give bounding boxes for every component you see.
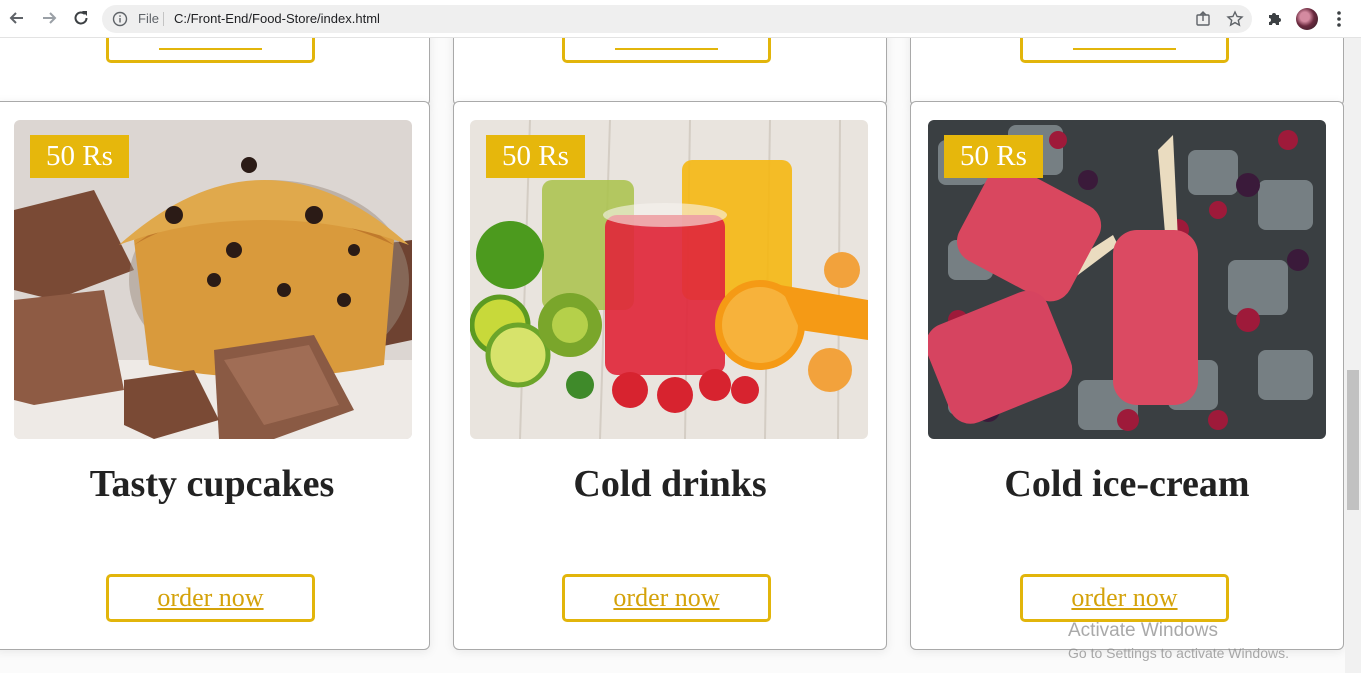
product-card-partial	[910, 38, 1344, 106]
product-image-drinks: 50 Rs	[470, 120, 868, 439]
product-title: Tasty cupcakes	[89, 463, 335, 505]
star-icon[interactable]	[1226, 10, 1244, 28]
info-icon[interactable]	[112, 11, 128, 27]
product-card-partial	[453, 38, 887, 106]
price-badge: 50 Rs	[486, 135, 585, 178]
price-badge: 50 Rs	[30, 135, 129, 178]
product-card-cupcakes: 50 Rs Tasty cupcakes order now	[0, 101, 430, 650]
extensions-puzzle-icon[interactable]	[1265, 9, 1285, 29]
watermark-title: Activate Windows	[1068, 620, 1218, 641]
forward-arrow-icon[interactable]	[38, 7, 60, 29]
kebab-menu-icon[interactable]	[1329, 9, 1349, 29]
url-scheme-label: File	[138, 11, 159, 26]
product-image-popsicles: 50 Rs	[928, 120, 1326, 439]
product-title: Cold drinks	[573, 463, 767, 505]
scrollbar-thumb[interactable]	[1347, 370, 1359, 510]
url-text[interactable]: C:/Front-End/Food-Store/index.html	[174, 11, 380, 26]
windows-activation-watermark: Activate Windows Go to Settings to activ…	[1068, 620, 1289, 664]
product-image-muffin: 50 Rs	[14, 120, 412, 439]
product-card-drinks: 50 Rs Cold drinks order now	[453, 101, 887, 650]
order-now-button[interactable]: order now	[1020, 574, 1229, 622]
order-now-button[interactable]: order now	[106, 574, 315, 622]
profile-avatar[interactable]	[1296, 8, 1318, 30]
browser-toolbar: File C:/Front-End/Food-Store/index.html	[0, 0, 1361, 38]
vertical-scrollbar[interactable]	[1345, 38, 1361, 673]
page-content: 50 Rs Tasty cupcakes order now 50 Rs Col…	[0, 38, 1345, 673]
order-now-button[interactable]: order now	[562, 574, 771, 622]
order-now-button-partial[interactable]	[1020, 38, 1229, 63]
price-badge: 50 Rs	[944, 135, 1043, 178]
share-icon[interactable]	[1194, 10, 1212, 28]
order-now-button-partial[interactable]	[562, 38, 771, 63]
watermark-subtitle: Go to Settings to activate Windows.	[1068, 645, 1289, 661]
product-card-partial	[0, 38, 430, 106]
back-arrow-icon[interactable]	[6, 7, 28, 29]
address-divider	[163, 12, 164, 26]
product-card-icecream: 50 Rs Cold ice-cream order now	[910, 101, 1344, 650]
order-now-button-partial[interactable]	[106, 38, 315, 63]
reload-icon[interactable]	[70, 7, 92, 29]
product-title: Cold ice-cream	[1004, 463, 1250, 505]
address-bar[interactable]: File C:/Front-End/Food-Store/index.html	[102, 5, 1252, 33]
